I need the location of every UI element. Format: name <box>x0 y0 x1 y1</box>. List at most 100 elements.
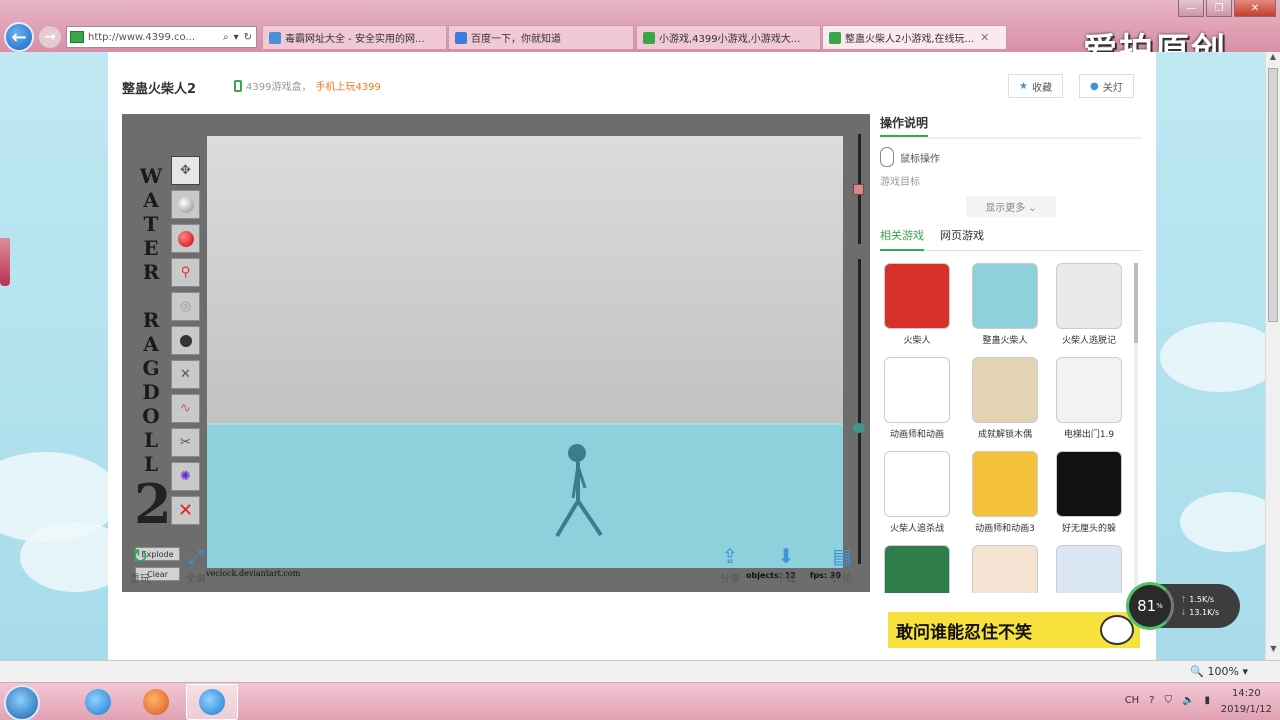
game-frame[interactable]: W A T E R R A G D O L L 2 ✥ ⚲ ◎ ✕ ∿ ✂ ✺ … <box>122 114 870 592</box>
game-name: 整蛊火柴人 <box>982 336 1028 346</box>
address-bar[interactable]: http://www.4399.co... ⌕ ▾ ↻ <box>66 26 257 48</box>
ragdoll-figure[interactable] <box>207 136 843 568</box>
game-thumbnail <box>884 451 950 517</box>
minimize-button[interactable]: — <box>1178 0 1204 17</box>
ie-page-icon <box>269 31 281 44</box>
logo-letter: O <box>142 404 160 428</box>
dropdown-icon[interactable]: ▾ <box>234 32 239 43</box>
scroll-up-icon[interactable]: ▲ <box>1266 52 1280 68</box>
mouse-label: 鼠标操作 <box>900 153 940 165</box>
tab-web-games[interactable]: 网页游戏 <box>940 227 984 244</box>
shield-icon[interactable]: ⛉ <box>1165 695 1173 706</box>
scissors-tool-icon[interactable]: ✂ <box>171 428 200 457</box>
tab-game-active[interactable]: 整蛊火柴人2小游戏,在线玩... ✕ <box>822 25 1007 49</box>
related-game-card[interactable]: 成就解锁木偶 <box>968 357 1042 440</box>
related-game-card[interactable] <box>880 545 954 593</box>
mouse-icon <box>880 147 894 167</box>
share-button[interactable]: ⇪ 分享 <box>710 542 750 585</box>
fullscreen-button[interactable]: ⤢ 全屏 <box>176 542 216 585</box>
red-pin-tool-icon[interactable]: ⚲ <box>171 258 200 287</box>
zoom-control[interactable]: 🔍 100% ▾ <box>1190 665 1248 678</box>
scroll-thumb[interactable] <box>1268 68 1278 322</box>
input-method-label[interactable]: CH <box>1125 695 1140 706</box>
delete-tool-icon[interactable]: ✕ <box>171 496 200 525</box>
related-tabs: 相关游戏 网页游戏 <box>880 227 1142 251</box>
promo-link[interactable]: 手机上玩4399 <box>315 78 380 93</box>
restore-button[interactable]: ❐ <box>1206 0 1232 17</box>
share-icon: ⇪ <box>721 544 739 568</box>
page-scrollbar[interactable]: ▲ ▼ <box>1265 52 1280 660</box>
show-more-button[interactable]: 显示更多 ⌄ <box>966 196 1056 217</box>
logo-letter: W <box>139 164 163 188</box>
volume-icon[interactable]: 🔈 <box>1182 695 1194 706</box>
taskbar-app-icon[interactable] <box>130 684 182 720</box>
related-game-card[interactable]: 火柴人逃脱记 <box>1052 263 1126 346</box>
taskbar-ie-icon[interactable] <box>72 684 124 720</box>
water-level-slider-handle[interactable] <box>853 423 865 433</box>
ragdoll-leg <box>576 499 603 537</box>
scroll-down-icon[interactable]: ▼ <box>1266 644 1280 660</box>
lights-label: 关灯 <box>1102 82 1123 94</box>
game-name: 火柴人逃脱记 <box>1061 336 1116 346</box>
cross-tool-icon[interactable]: ✕ <box>171 360 200 389</box>
logo-letter: D <box>142 380 160 404</box>
game-thumbnail <box>972 263 1038 329</box>
tab-label: 整蛊火柴人2小游戏,在线玩... <box>845 34 975 45</box>
replay-button[interactable]: ↻ 重玩 <box>120 542 160 585</box>
tab-duba[interactable]: 毒霸网址大全 - 安全实用的网... <box>262 25 447 49</box>
ad-banner[interactable]: 敢问谁能忍住不笑 <box>888 612 1140 648</box>
related-game-card[interactable]: 电梯出门1.9 <box>1052 357 1126 440</box>
back-button[interactable]: ← <box>4 22 34 52</box>
target-tool-icon[interactable]: ◎ <box>171 292 200 321</box>
fullscreen-label: 全屏 <box>186 574 206 585</box>
related-game-card[interactable]: 整蛊火柴人 <box>968 263 1042 346</box>
lights-off-button[interactable]: ● 关灯 <box>1079 74 1134 98</box>
related-game-card[interactable]: 动画师和动画3 <box>968 451 1042 534</box>
favorite-button[interactable]: ★ 收藏 <box>1008 74 1063 98</box>
game-thumbnail <box>1056 357 1122 423</box>
logo-spacer <box>134 284 168 308</box>
related-game-card[interactable]: 火柴人 <box>880 263 954 346</box>
download-button[interactable]: ⬇ 下载 <box>766 542 806 585</box>
red-ball-tool-icon[interactable] <box>171 224 200 253</box>
forward-button[interactable]: → <box>38 25 62 49</box>
bomb-tool-icon[interactable] <box>171 326 200 355</box>
tab-label: 百度一下，你就知道 <box>471 34 561 45</box>
related-game-card[interactable]: 动画师和动画 <box>880 357 954 440</box>
clock[interactable]: 14:20 2019/1/12 <box>1221 686 1272 718</box>
related-game-card[interactable]: 好无厘头的躲 <box>1052 451 1126 534</box>
side-tab-marker[interactable] <box>0 238 10 286</box>
taskbar-ie-active-icon[interactable] <box>186 684 238 720</box>
gravity-slider-handle[interactable] <box>853 184 864 195</box>
goal-label: 游戏目标 <box>880 177 920 188</box>
vortex-tool-icon[interactable]: ✺ <box>171 462 200 491</box>
download-icon: ⬇ <box>777 544 795 568</box>
network-speed-widget[interactable]: 81% ↑ 1.5K/s ↓ 13.1K/s <box>1126 582 1240 630</box>
gray-ball-tool-icon[interactable] <box>171 190 200 219</box>
close-window-button[interactable]: ✕ <box>1234 0 1276 17</box>
grid-scrollbar[interactable] <box>1134 263 1138 593</box>
meme-face-icon <box>1100 615 1134 645</box>
comment-button[interactable]: ▤ 评论 <box>822 542 862 585</box>
game-thumbnail <box>972 451 1038 517</box>
tab-related-games[interactable]: 相关游戏 <box>880 227 924 251</box>
related-game-card[interactable]: 火柴人追杀战 <box>880 451 954 534</box>
tab-4399[interactable]: 小游戏,4399小游戏,小游戏大... <box>636 25 821 49</box>
refresh-icon[interactable]: ↻ <box>244 32 252 43</box>
network-icon[interactable]: ▮ <box>1204 695 1210 706</box>
tab-close-icon[interactable]: ✕ <box>980 31 989 44</box>
related-game-card[interactable] <box>1052 545 1126 593</box>
download-arrow-icon: ↓ <box>1180 608 1187 617</box>
start-button[interactable] <box>4 685 40 720</box>
related-game-card[interactable] <box>968 545 1042 593</box>
upload-rate: 1.5K/s <box>1189 595 1215 604</box>
move-tool-icon[interactable]: ✥ <box>171 156 200 185</box>
search-icon[interactable]: ⌕ <box>223 32 229 43</box>
rope-tool-icon[interactable]: ∿ <box>171 394 200 423</box>
help-icon[interactable]: ? <box>1149 695 1154 706</box>
game-canvas[interactable] <box>207 136 843 568</box>
ragdoll-leg <box>555 499 580 538</box>
game-name: 好无厘头的躲 <box>1061 524 1116 534</box>
bulb-icon: ● <box>1090 80 1099 92</box>
tab-baidu[interactable]: 百度一下，你就知道 <box>448 25 634 49</box>
